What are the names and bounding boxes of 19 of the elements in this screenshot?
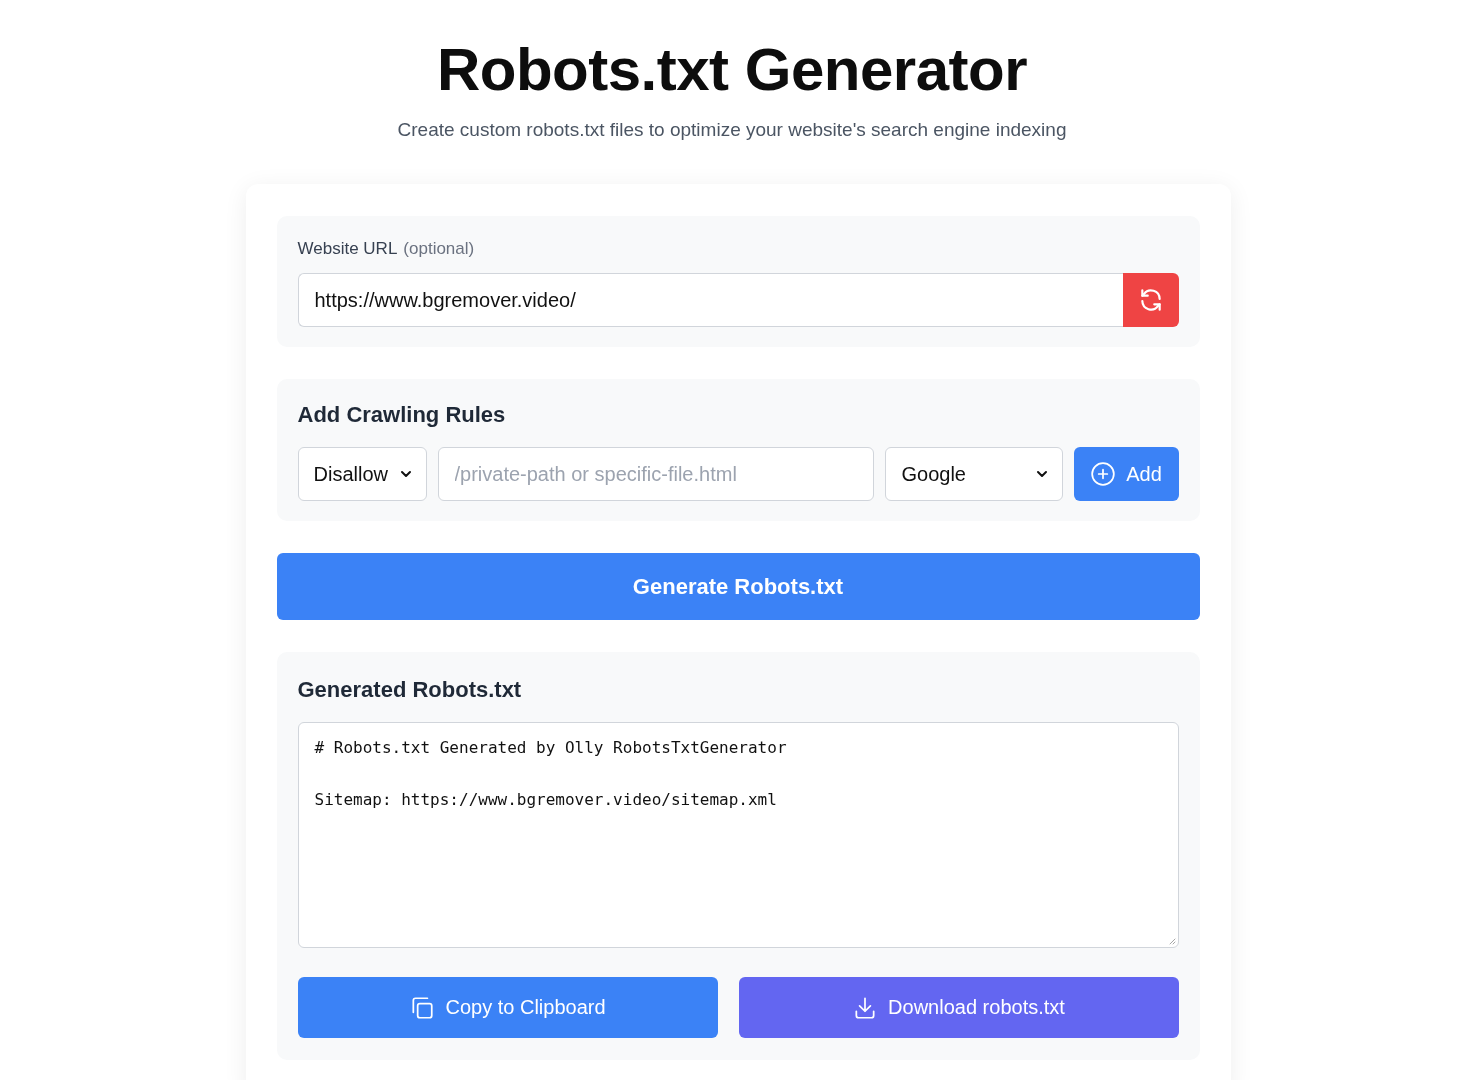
section-heading: Generated Robots.txt	[297, 676, 523, 704]
plus-circle-icon	[1090, 461, 1117, 487]
rule-type-dropdown[interactable]: Disallow	[297, 447, 427, 501]
page-subtitle: Create custom robots.txt files to optimize your website's search engine indexing	[397, 118, 1067, 142]
copy-button[interactable]: Copy to Clipboard	[297, 977, 718, 1038]
optional-note: (optional)	[403, 238, 475, 260]
field-label: Website URL	[297, 238, 398, 260]
copy-icon	[409, 994, 436, 1021]
download-button[interactable]: Download robots.txt	[738, 977, 1179, 1038]
page-title: Robots.txt Generator	[436, 35, 1028, 105]
generate-button[interactable]: Generate Robots.txt	[276, 553, 1200, 620]
user-agent-dropdown[interactable]: Google	[884, 447, 1063, 501]
add-button[interactable]: Add	[1073, 447, 1179, 501]
path-field[interactable]: /private-path or specific-file.html	[437, 447, 874, 501]
robots-text: # Robots.txt Generated by Olly RobotsTxtGenerator Sitemap: https://www.bgremover.video/sitemap.xml	[314, 737, 788, 811]
section-heading: Add Crawling Rules	[297, 401, 507, 429]
refresh-button[interactable]	[1122, 273, 1179, 327]
output-text-area[interactable]: # Robots.txt Generated by Olly RobotsTxtGenerator Sitemap: https://www.bgremover.video/sitemap.xml	[297, 722, 1179, 948]
url-field[interactable]: https://www.bgremover.video/	[297, 273, 1123, 327]
